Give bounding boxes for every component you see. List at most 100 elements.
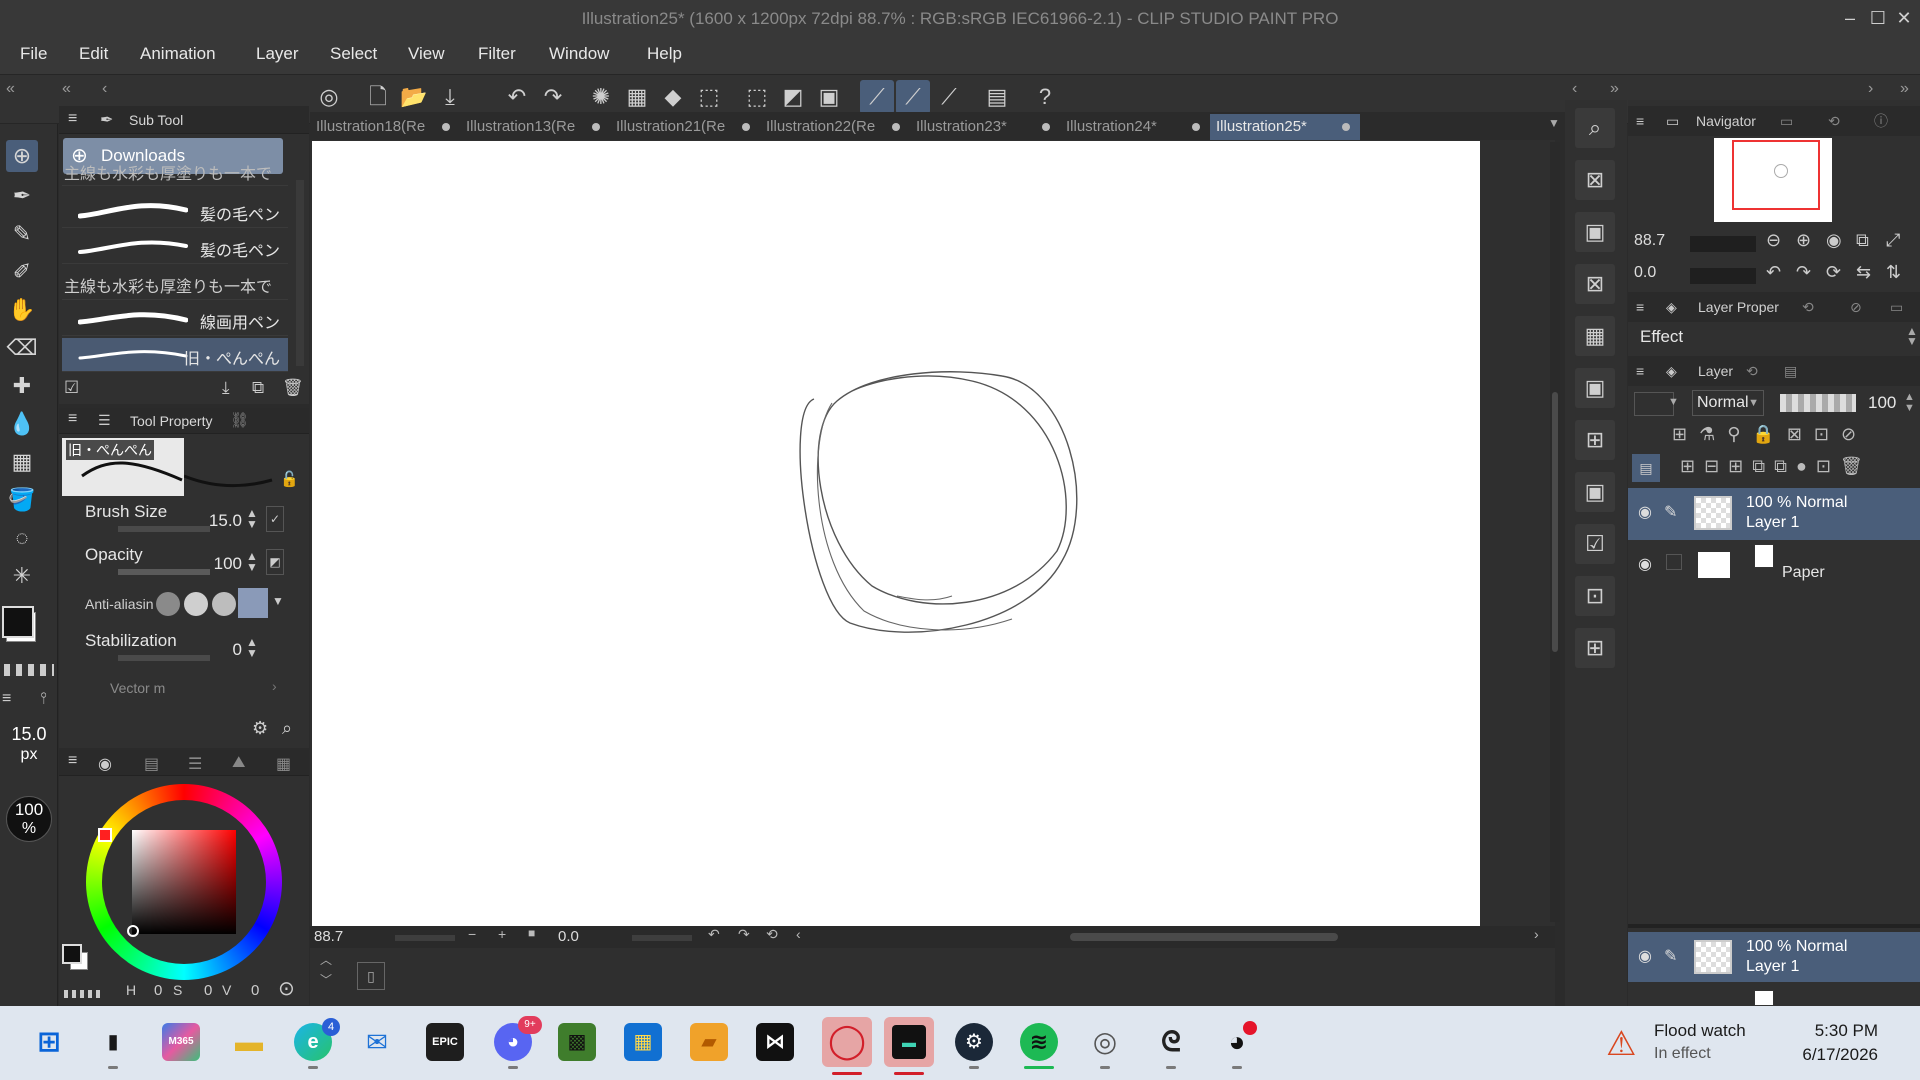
main-color-swatch[interactable] (2, 606, 34, 638)
figure-tool-icon[interactable]: ▦ (6, 446, 38, 478)
timeline-toggle-icon[interactable]: ▯ (357, 962, 385, 990)
panel-divider[interactable] (1628, 924, 1920, 928)
show-selection-icon[interactable]: ▣ (812, 80, 846, 114)
zoom-out-icon[interactable]: − (468, 926, 476, 942)
undo-icon[interactable]: ↶ (500, 80, 534, 114)
material-panel-icon-3[interactable]: ⊠ (1575, 264, 1615, 304)
tab-close-dot[interactable] (442, 123, 450, 131)
blend-mode-select[interactable]: Normal ▼ (1692, 390, 1764, 416)
layer-opacity-slider[interactable] (1780, 394, 1856, 412)
tab-illustration18[interactable]: Illustration18(Re (310, 114, 460, 140)
fit-view-icon[interactable]: ◉ (1826, 230, 1842, 251)
menu-layer[interactable]: Layer (256, 44, 299, 64)
zoom-out-icon[interactable]: ⊖ (1766, 230, 1781, 251)
save-icon[interactable]: ⤓ (433, 80, 467, 114)
navigator-zoom-slider[interactable] (1690, 236, 1756, 252)
material-panel-icon[interactable]: ⊠ (1575, 160, 1615, 200)
history-tab-icon[interactable]: ⟲ (1746, 356, 1758, 386)
tab-illustration21[interactable]: Illustration21(Re (610, 114, 760, 140)
brush-size-stepper[interactable]: ▲ ▼ (246, 507, 258, 530)
presentation-app-icon[interactable]: ▰ (690, 1023, 728, 1061)
animation-cel-tab-icon[interactable]: ⊘ (1850, 292, 1862, 322)
taskbar-time[interactable]: 5:30 PM (1790, 1021, 1878, 1041)
clip-studio-icon[interactable]: ◎ (312, 80, 346, 114)
panel-menu-icon[interactable]: ≡ (68, 110, 77, 128)
epic-games-icon[interactable]: EPIC (426, 1023, 464, 1061)
antialias-medium-option[interactable] (212, 592, 236, 616)
material-panel-icon-5[interactable]: ▣ (1575, 368, 1615, 408)
eraser-tool-icon[interactable]: ⌫ (6, 332, 38, 364)
redo-icon[interactable]: ↷ (536, 80, 570, 114)
brush-item[interactable]: 髪の毛ペン (62, 230, 288, 264)
stabilization-value[interactable]: 0 (182, 640, 242, 660)
reset-rotation-icon[interactable]: ⟳ (1826, 262, 1841, 283)
taskbar-date[interactable]: 6/17/2026 (1790, 1045, 1878, 1065)
material-panel-icon-2[interactable]: ▣ (1575, 212, 1615, 252)
invert-selection-icon[interactable]: ◩ (776, 80, 810, 114)
zoom-in-icon[interactable]: + (498, 926, 506, 942)
tab-close-dot[interactable] (1042, 123, 1050, 131)
canvas-paper[interactable] (312, 141, 1480, 926)
saturation-value-square[interactable] (132, 830, 236, 934)
clip-studio-paint-icon[interactable]: ᘓ (1152, 1023, 1190, 1069)
menu-help[interactable]: Help (647, 44, 682, 64)
material-panel-icon-4[interactable]: ▦ (1575, 316, 1615, 356)
spotify-icon[interactable]: ≋ (1020, 1023, 1058, 1069)
color-history-tab-icon[interactable]: ▦ (276, 754, 291, 774)
microsoft-store-icon[interactable]: ▦ (624, 1023, 662, 1061)
material-panel-icon-10[interactable]: ⊞ (1575, 628, 1615, 668)
tab-close-dot[interactable] (1192, 123, 1200, 131)
blend-tool-icon[interactable]: 💧 (6, 408, 38, 440)
horizontal-scroll-thumb[interactable] (1070, 933, 1338, 941)
file-explorer-icon[interactable]: ▬ (230, 1023, 268, 1061)
menu-view[interactable]: View (408, 44, 445, 64)
snap-special-ruler-icon[interactable]: ⟋ (896, 80, 930, 114)
duplicate-sub-tool-icon[interactable]: ⧉ (252, 378, 264, 398)
transform-icon[interactable]: ⬚ (692, 80, 726, 114)
panel-menu-icon[interactable]: ≡ (68, 752, 77, 770)
brush-tool-icon[interactable]: ✐ (6, 256, 38, 288)
terminal-dark-app-icon[interactable]: ▬ (884, 1017, 934, 1075)
brush-item[interactable]: 髪の毛ペン (62, 194, 288, 228)
canvas-rotation-value[interactable]: 0.0 (558, 928, 579, 945)
steam-icon[interactable]: ⚙ (955, 1023, 993, 1069)
panel-menu-icon[interactable]: ≡ (2, 690, 11, 708)
windows-start-icon[interactable]: ⊞ (30, 1023, 68, 1061)
clear-icon[interactable]: ✺ (584, 80, 618, 114)
tab-illustration22[interactable]: Illustration22(Re (760, 114, 910, 140)
layer-row-bottom[interactable]: ◉ ✎ 100 % Normal Layer 1 (1628, 932, 1920, 982)
tab-illustration24[interactable]: Illustration24* (1060, 114, 1210, 140)
download-sub-tool-icon[interactable]: ⤓ (222, 378, 230, 398)
canvas-vertical-scrollbar[interactable] (1550, 142, 1560, 922)
brush-item[interactable]: 線画用ペン (62, 302, 288, 336)
pencil-tool-icon[interactable]: ✎ (6, 218, 38, 250)
auto-select-tool-icon[interactable]: ✳ (6, 560, 38, 592)
color-wheel-tab-icon[interactable]: ◉ (98, 754, 112, 774)
expand-double-icon[interactable]: » (1900, 80, 1909, 98)
brush-item[interactable]: 主線も水彩も厚塗りも一本で (62, 164, 288, 186)
microsoft-365-icon[interactable]: M365 (162, 1023, 200, 1061)
menu-select[interactable]: Select (330, 44, 377, 64)
menu-animation[interactable]: Animation (140, 44, 216, 64)
fit-icon[interactable]: ■ (528, 926, 535, 940)
collapse-double-icon[interactable]: « (62, 80, 71, 98)
color-set-tab-icon[interactable]: ☰ (188, 754, 202, 774)
color-picker-dot[interactable] (127, 925, 139, 937)
brush-size-value[interactable]: 15.0 (182, 511, 242, 531)
chevron-right-icon[interactable]: › (272, 678, 277, 694)
auto-action-tab-icon[interactable]: ▭ (1890, 292, 1903, 322)
layer-list-view-icon[interactable]: ▤ (1632, 454, 1660, 482)
antialias-none-option[interactable] (156, 592, 180, 616)
clip-studio-icon[interactable]: ◎ (1086, 1023, 1124, 1069)
menu-filter[interactable]: Filter (478, 44, 516, 64)
tab-illustration13[interactable]: Illustration13(Re (460, 114, 610, 140)
info-tab-icon[interactable]: ⓘ (1874, 106, 1888, 136)
menu-window[interactable]: Window (549, 44, 609, 64)
search-panel-icon[interactable]: ⌕ (1575, 108, 1615, 148)
outlook-icon[interactable]: ✉ (358, 1023, 396, 1061)
zoom-in-icon[interactable]: ⊕ (1796, 230, 1811, 251)
chevron-right-icon[interactable]: › (1868, 80, 1873, 98)
rotate-right-icon[interactable]: ↷ (1796, 262, 1811, 283)
lasso-tool-icon[interactable]: ◌ (6, 522, 38, 554)
chevron-down-icon[interactable]: ▼ (1668, 396, 1679, 408)
